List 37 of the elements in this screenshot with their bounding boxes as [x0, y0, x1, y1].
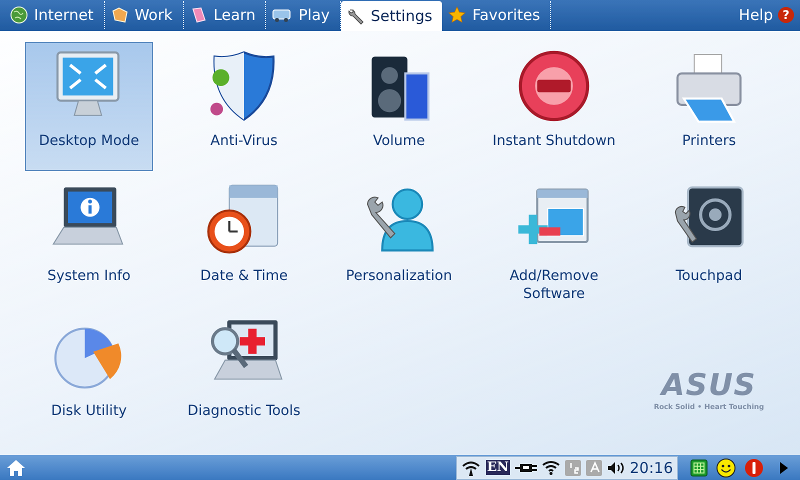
app-launcher[interactable]: System Info [25, 177, 153, 311]
bus-icon [272, 7, 292, 23]
star-icon [448, 6, 466, 24]
app-launcher[interactable]: Volume [335, 42, 463, 176]
smiley-icon[interactable] [716, 458, 736, 478]
tab[interactable]: Learn [184, 1, 266, 29]
arrow-icon[interactable] [778, 460, 790, 474]
logo-text: ASUS [662, 368, 756, 403]
network-tools-icon[interactable] [460, 460, 481, 476]
tab[interactable]: Play [266, 1, 341, 29]
language-indicator[interactable]: EN [486, 460, 510, 475]
tab[interactable]: Internet [4, 1, 105, 29]
folder-icon [110, 6, 129, 24]
globe-icon [10, 6, 28, 24]
app-launcher[interactable]: Desktop Mode [25, 42, 153, 171]
spreadsheet-icon[interactable] [690, 458, 708, 476]
help-icon: ? [778, 7, 794, 23]
clock: 20:16 [630, 458, 673, 476]
app-launcher[interactable]: Instant Shutdown [490, 42, 618, 176]
power-plug-icon[interactable] [514, 462, 537, 474]
app-launcher[interactable]: Date & Time [180, 177, 308, 311]
tab[interactable]: Settings [340, 1, 442, 31]
wifi-icon[interactable] [542, 460, 560, 475]
app-launcher[interactable]: Personalization [335, 177, 463, 311]
app-launcher[interactable]: Add/Remove Software [490, 177, 618, 311]
home-icon[interactable] [6, 458, 26, 476]
volume-icon[interactable] [606, 460, 625, 474]
wrench-icon [346, 7, 365, 25]
power-icon[interactable] [744, 458, 764, 478]
tab[interactable]: Work [104, 1, 184, 29]
tab[interactable]: Favorites [442, 1, 552, 29]
app-launcher[interactable]: Anti-Virus [180, 42, 308, 176]
help-button[interactable]: Help ? [738, 1, 800, 29]
app-launcher[interactable]: Printers [645, 42, 773, 176]
app-launcher[interactable]: Diagnostic Tools [180, 312, 308, 446]
app-launcher[interactable]: Touchpad [645, 177, 773, 311]
app-launcher[interactable]: Disk Utility [25, 312, 153, 446]
